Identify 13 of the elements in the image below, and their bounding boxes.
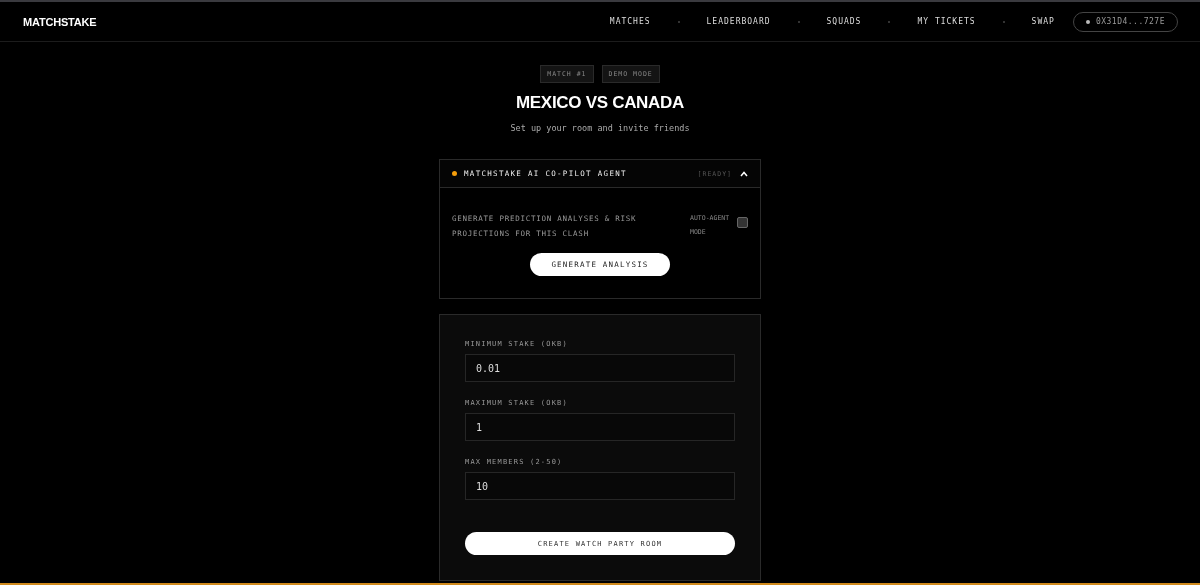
- input-field[interactable]: 1: [465, 413, 735, 441]
- page-subtitle: Set up your room and invite friends: [510, 123, 690, 133]
- nav-link[interactable]: SWAP: [1031, 17, 1055, 26]
- nav-link[interactable]: LEADERBOARD: [706, 17, 771, 26]
- collapse-caret-icon[interactable]: [740, 170, 748, 177]
- brand-logo[interactable]: MATCHSTAKE: [23, 15, 97, 28]
- auto-agent-checkbox[interactable]: [737, 217, 748, 228]
- input-field[interactable]: 0.01: [465, 354, 735, 382]
- nav-link[interactable]: MATCHES: [609, 17, 651, 26]
- nav-link[interactable]: SQUADS: [826, 17, 862, 26]
- nav-link[interactable]: MY TICKETS: [917, 17, 976, 26]
- page-title: MEXICO VS CANADA: [515, 93, 685, 113]
- input-field[interactable]: 10: [465, 472, 735, 500]
